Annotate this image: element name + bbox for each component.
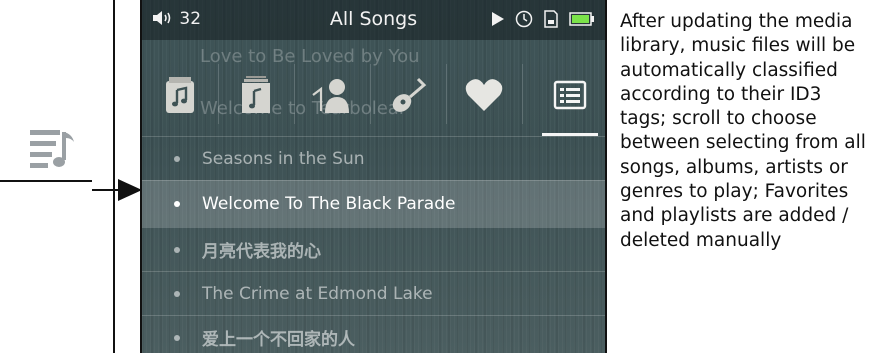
song-list: Seasons in the Sun Welcome To The Black …: [142, 136, 605, 353]
bullet: [174, 155, 180, 162]
list-item[interactable]: Seasons in the Sun: [142, 136, 605, 180]
guitar-icon: [392, 77, 427, 112]
play-icon: [492, 12, 504, 26]
list-item[interactable]: The Crime at Edmond Lake: [142, 271, 605, 315]
song-title: 月亮代表我的心: [202, 242, 321, 262]
album-icon: [242, 76, 270, 113]
heart-icon: [465, 79, 503, 111]
bullet: [174, 290, 180, 297]
bullet: [174, 334, 180, 341]
bullet: [174, 201, 180, 207]
tab-favorites[interactable]: [446, 54, 522, 136]
tab-artist[interactable]: [294, 54, 370, 136]
list-item[interactable]: 爱上一个不回家的人: [142, 315, 605, 353]
song-title: Seasons in the Sun: [202, 148, 365, 169]
tab-folder[interactable]: [142, 54, 218, 136]
clock-icon: [515, 10, 533, 28]
song-title: The Crime at Edmond Lake: [202, 283, 433, 304]
tab-genre[interactable]: [370, 54, 446, 136]
category-tab-bar: [142, 54, 605, 136]
list-item[interactable]: 月亮代表我的心: [142, 227, 605, 271]
battery-icon: [569, 12, 594, 26]
callout-horizontal-line: [0, 180, 92, 182]
callout-arrow-head: [118, 179, 142, 201]
tab-playlist[interactable]: [532, 54, 605, 136]
music-list-icon: [30, 130, 74, 168]
status-bar: 32 All Songs: [142, 0, 605, 40]
song-title: Welcome To The Black Parade: [202, 194, 456, 214]
folder-music-icon: [166, 77, 194, 113]
playlist-icon: [553, 80, 587, 110]
device-screen: Love to Be Loved by You Welcome to Tearb…: [140, 0, 607, 353]
list-item-selected[interactable]: Welcome To The Black Parade: [142, 180, 605, 227]
tab-album[interactable]: [218, 54, 294, 136]
memory-card-icon: [544, 10, 558, 28]
callout-vertical-line: [113, 0, 115, 353]
description-text: After updating the media library, music …: [620, 11, 866, 251]
artist-icon: [312, 79, 349, 113]
song-title: 爱上一个不回家的人: [202, 330, 355, 350]
bullet: [174, 246, 180, 253]
